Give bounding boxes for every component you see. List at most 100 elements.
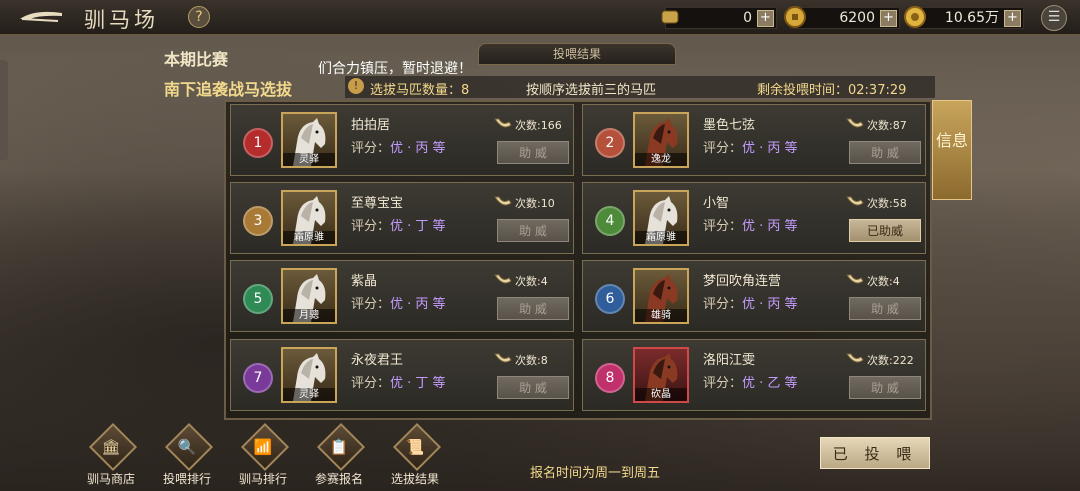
horse-portrait[interactable]: 砍晶	[633, 347, 689, 403]
rank-badge: 6	[595, 284, 625, 314]
score-label: 评分：	[703, 219, 743, 234]
cheer-button[interactable]: 助 威	[849, 297, 921, 320]
gold-resource: 6200 +	[784, 6, 900, 29]
rank-badge: 5	[243, 284, 273, 314]
horse-name: 拍拍居	[351, 118, 391, 133]
score-grade: 优 · 丙 等	[390, 297, 446, 312]
page-title: 驯马场	[84, 8, 159, 32]
horse-name: 洛阳江雯	[703, 353, 756, 368]
horse-grid: 1 灵驿 拍拍居 评分：优 · 丙 等次数:166 助 威 2 逸龙 墨色七弦 评分：优 · 丙…	[224, 100, 932, 420]
horn-icon	[494, 118, 512, 128]
horse-breed: 砍晶	[635, 388, 687, 401]
horse-rank-button[interactable]: 📶 驯马排行	[234, 422, 292, 488]
copper-resource: 10.65万 +	[904, 6, 1024, 29]
feed-count: 次数:87	[867, 119, 907, 132]
horse-card: 6 雄骑 梦回吹角连营 评分：优 · 丙 等 次数:4 助 威	[582, 260, 926, 332]
horse-portrait[interactable]: 逸龙	[633, 112, 689, 168]
toast-message: 们合力镇压，暂时退避！	[318, 61, 472, 77]
copper-value: 10.65万	[944, 10, 999, 26]
horse-breed: 月骢	[283, 309, 335, 322]
score-grade: 优 · 丙 等	[742, 219, 798, 234]
feed-count: 次数:4	[867, 275, 900, 288]
horse-portrait[interactable]: 月骢	[281, 268, 337, 324]
horse-name: 墨色七弦	[703, 118, 756, 133]
side-drawer-handle[interactable]	[0, 60, 8, 160]
horse-name: 至尊宝宝	[351, 196, 404, 211]
horse-name: 永夜君王	[351, 353, 404, 368]
menu-icon[interactable]: ☰	[1041, 5, 1067, 31]
horn-icon	[846, 274, 864, 284]
add-copper-button[interactable]: +	[1004, 10, 1021, 27]
horse-score: 评分：优 · 丙 等	[703, 215, 798, 234]
horse-portrait[interactable]: 霜原骓	[633, 190, 689, 246]
horse-shop-button[interactable]: 🏛 驯马商店	[82, 422, 140, 488]
score-label: 评分：	[351, 297, 391, 312]
add-scroll-button[interactable]: +	[757, 10, 774, 27]
bar-chart-icon: 📶	[253, 438, 273, 456]
info-side-tab[interactable]: 信息	[932, 100, 972, 200]
horse-breed: 雄骑	[635, 309, 687, 322]
horse-score: 评分：优 · 丁 等	[351, 372, 446, 391]
back-arrow-icon[interactable]	[18, 7, 66, 27]
horse-score: 评分：优 · 丙 等	[351, 137, 446, 156]
horse-breed: 灵驿	[283, 153, 335, 166]
rank-badge: 3	[243, 206, 273, 236]
cheer-button[interactable]: 助 威	[849, 376, 921, 399]
rank-badge: 8	[595, 363, 625, 393]
feed-count: 次数:222	[867, 354, 914, 367]
score-label: 评分：	[703, 376, 743, 391]
horse-portrait[interactable]: 灵驿	[281, 347, 337, 403]
horse-card: 4 霜原骓 小智 评分：优 · 丙 等 次数:58 已助威	[582, 182, 926, 254]
horn-icon	[846, 118, 864, 128]
gold-coin-icon	[784, 6, 806, 28]
feed-rank-button[interactable]: 🔍 投喂排行	[158, 422, 216, 488]
horse-card: 7 灵驿 永夜君王 评分：优 · 丁 等 次数:8 助 威	[230, 339, 574, 411]
alert-icon: !	[348, 78, 364, 94]
feed-count: 次数:8	[515, 354, 548, 367]
horse-breed: 霜原骓	[283, 231, 335, 244]
gold-value: 6200	[839, 10, 875, 26]
score-label: 评分：	[351, 376, 391, 391]
horse-score: 评分：优 · 丙 等	[351, 293, 446, 312]
help-icon[interactable]: ?	[188, 6, 210, 28]
horse-card: 1 灵驿 拍拍居 评分：优 · 丙 等 次数:166 助 威	[230, 104, 574, 176]
horse-name: 小智	[703, 196, 730, 211]
cheer-button[interactable]: 助 威	[497, 297, 569, 320]
horse-score: 评分：优 · 乙 等	[703, 372, 798, 391]
horse-name: 紫晶	[351, 274, 378, 289]
score-label: 评分：	[703, 141, 743, 156]
top-bar: 驯马场 ? 0 + 6200 + 10.65万 + ☰	[0, 0, 1080, 35]
horse-portrait[interactable]: 雄骑	[633, 268, 689, 324]
copper-coin-icon	[904, 6, 926, 28]
selection-result-button[interactable]: 📜 选拔结果	[386, 422, 444, 488]
add-gold-button[interactable]: +	[880, 10, 897, 27]
score-grade: 优 · 丁 等	[390, 219, 446, 234]
cheer-button[interactable]: 助 威	[497, 376, 569, 399]
rank-badge: 4	[595, 206, 625, 236]
horse-score: 评分：优 · 丁 等	[351, 215, 446, 234]
button-label: 驯马排行	[238, 472, 287, 486]
period-label: 本期比赛	[164, 50, 229, 69]
tab-feed-results[interactable]: 投喂结果	[478, 43, 676, 65]
cheer-button[interactable]: 助 威	[497, 219, 569, 242]
fed-button[interactable]: 已 投 喂	[820, 437, 930, 469]
horse-card: 2 逸龙 墨色七弦 评分：优 · 丙 等 次数:87 助 威	[582, 104, 926, 176]
score-grade: 优 · 丙 等	[390, 141, 446, 156]
search-rank-icon: 🔍	[177, 438, 197, 456]
event-name: 南下追袭战马选拔	[164, 80, 293, 99]
signup-time: 报名时间为周一到周五	[530, 466, 661, 481]
button-label: 选拔结果	[390, 472, 439, 486]
horse-portrait[interactable]: 灵驿	[281, 112, 337, 168]
scroll-icon	[661, 10, 679, 24]
signup-button[interactable]: 📋 参赛报名	[310, 422, 368, 488]
horse-card: 3 霜原骓 至尊宝宝 评分：优 · 丁 等 次数:10 助 威	[230, 182, 574, 254]
scroll-resource: 0 +	[661, 7, 777, 29]
horse-portrait[interactable]: 霜原骓	[281, 190, 337, 246]
horn-icon	[846, 353, 864, 363]
horse-score: 评分：优 · 丙 等	[703, 293, 798, 312]
cheer-button[interactable]: 助 威	[849, 141, 921, 164]
cheer-button[interactable]: 已助威	[849, 219, 921, 242]
cheer-button[interactable]: 助 威	[497, 141, 569, 164]
button-label: 投喂排行	[162, 472, 211, 486]
result-icon: 📜	[405, 438, 425, 456]
